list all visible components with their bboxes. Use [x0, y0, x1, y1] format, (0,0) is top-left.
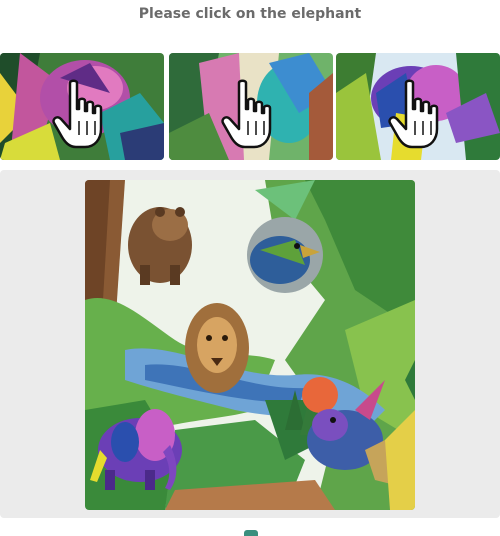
hand-pointer-icon: [388, 79, 439, 149]
lion-figure: [185, 303, 249, 393]
captcha-scene-image[interactable]: [85, 180, 415, 510]
thumbnail-2[interactable]: [169, 53, 333, 160]
thumbnail-1[interactable]: [0, 53, 164, 160]
captcha-instruction: Please click on the elephant: [138, 6, 362, 22]
bird-figure: [247, 217, 323, 293]
jungle-scene: [85, 180, 415, 510]
captcha-panel: [0, 170, 500, 518]
hand-pointer-icon: [52, 79, 103, 149]
thumbnail-3[interactable]: [336, 53, 500, 160]
footer-indicator: [244, 530, 258, 536]
hand-pointer-icon: [221, 79, 272, 149]
